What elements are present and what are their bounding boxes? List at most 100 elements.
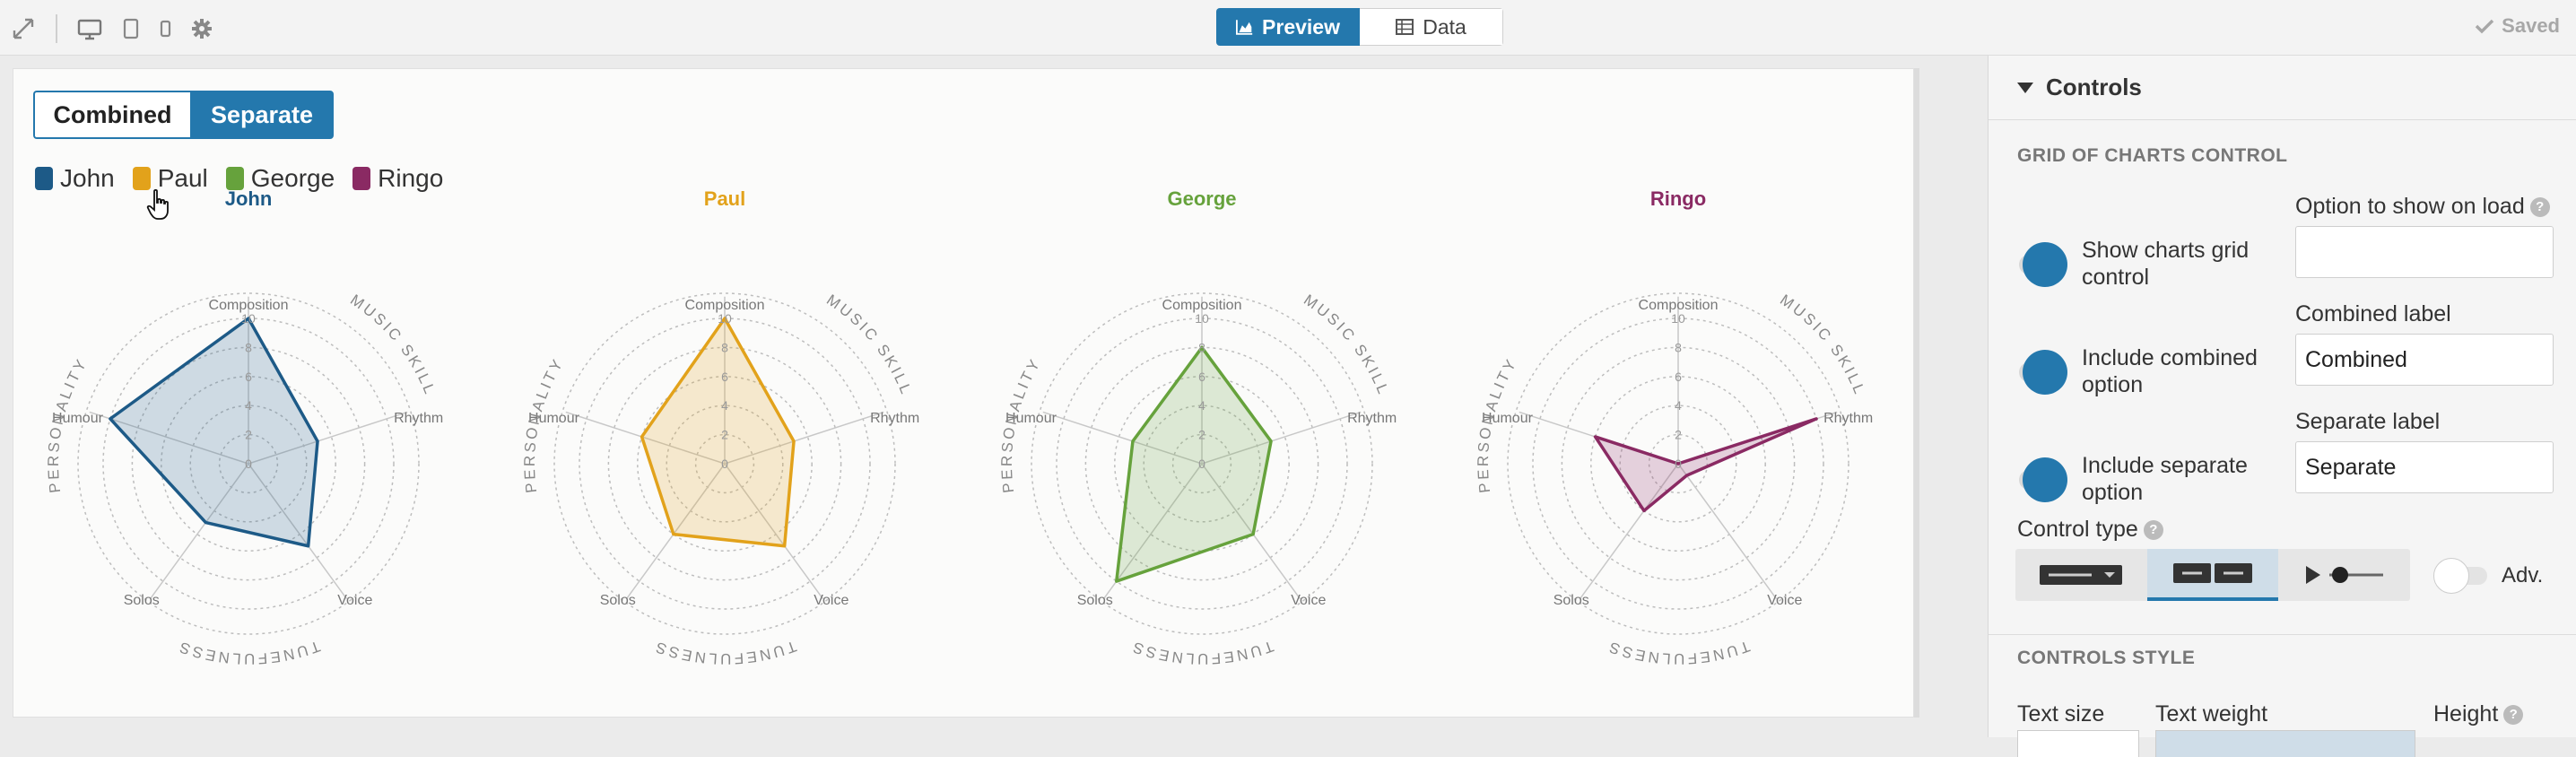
tick-label: 4 [721,398,728,413]
tick-label: 2 [245,428,252,442]
desktop-icon[interactable] [77,16,102,41]
include-combined-label: Include combined option [2082,344,2258,398]
tick-label: 0 [721,457,728,471]
tick-label: 8 [721,340,728,354]
group-label: TUNEFULNESS [651,638,798,667]
group-label: MUSIC SKILL [823,291,916,399]
expand-icon[interactable] [11,16,36,41]
include-separate-label: Include separate option [2082,452,2248,506]
chart-title: Ringo [1650,187,1706,210]
show-charts-grid-toggle[interactable] [2019,242,2067,287]
combined-label-input[interactable] [2295,334,2554,386]
tick-label: 0 [245,457,252,471]
combined-label-title: Combined label [2295,301,2451,326]
tick-label: 8 [245,340,252,354]
radar-chart-george: George 0 2 4 6 8 10Composition Rhythm Voice Solos… [998,187,1397,667]
tick-label: 10 [1671,311,1685,326]
group-label-text: MUSIC SKILL [1777,291,1867,399]
toggle-label-line1: Show charts grid [2082,238,2250,263]
saved-status: Saved [2475,14,2560,38]
help-icon[interactable]: ? [2529,197,2550,218]
toggle-label-line1: Include combined [2082,345,2258,370]
option-on-load-input[interactable] [2295,226,2554,278]
group-label: TUNEFULNESS [1605,638,1752,667]
controls-style-section-title: CONTROLS STYLE [2017,648,2196,668]
chart-title: Paul [704,187,745,210]
tick-label: 6 [1198,370,1205,384]
data-tab-label: Data [1423,14,1466,39]
radar-chart-paul: Paul0246810CompositionRhythmVoiceSolosHu… [521,187,919,667]
radar-chart-john: John0246810CompositionRhythmVoiceSolosHu… [45,187,443,667]
control-type-dropdown[interactable] [2015,549,2147,601]
axis-label: Solos [1077,593,1113,608]
control-type-slider[interactable] [2278,549,2410,601]
check-icon [2475,19,2494,34]
tick-label: 4 [245,398,252,413]
axis-label: Voice [1767,593,1802,608]
axis-label: Solos [1553,593,1589,608]
controls-panel: Controls GRID OF CHARTS CONTROL Show cha… [1988,56,2576,757]
toggle-label-line1: Include separate [2082,453,2248,478]
tablet-icon[interactable] [118,16,144,41]
toggle-knob [2023,457,2067,502]
group-label-text: TUNEFULNESS [1128,638,1273,667]
tick-label: 2 [1198,428,1205,442]
include-combined-toggle[interactable] [2019,350,2067,395]
chart-title: John [225,187,273,210]
include-separate-toggle[interactable] [2019,457,2067,502]
series-area-paul [640,317,796,548]
mobile-icon[interactable] [152,16,178,41]
toggle-knob [2433,558,2469,594]
advanced-label: Adv. [2502,563,2544,587]
axis-label: Rhythm [394,411,443,426]
advanced-toggle[interactable] [2433,558,2491,594]
axis-label: Composition [1162,298,1242,313]
axis-label: Solos [600,593,636,608]
tick-label: 8 [1198,340,1205,354]
group-label: TUNEFULNESS [1128,638,1275,667]
series-area-george [1115,345,1273,583]
separate-label-title: Separate label [2295,409,2441,434]
series-area-john [109,317,319,548]
tick-label: 8 [1675,340,1682,354]
group-label: MUSIC SKILL [347,291,439,399]
text-weight-selector[interactable] [2155,730,2415,757]
view-toggle: Preview Data [1216,8,1503,46]
option-on-load-text: Option to show on load [2295,194,2525,219]
axis-label: Rhythm [870,411,919,426]
data-tab[interactable]: Data [1360,8,1503,46]
axis-label: Solos [124,593,160,608]
group-label: TUNEFULNESS [175,638,322,667]
tick-label: 0 [1198,457,1205,471]
tick-label: 0 [1675,457,1682,471]
chart-title: George [1167,187,1236,210]
preview-tab-label: Preview [1262,14,1340,39]
gear-icon[interactable] [189,16,214,41]
control-type-buttons[interactable] [2146,549,2279,601]
grid-of-charts-section-title: GRID OF CHARTS CONTROL [2017,145,2288,166]
help-icon[interactable]: ? [2503,705,2524,726]
tick-label: 2 [1675,428,1682,442]
group-label-text: TUNEFULNESS [1605,638,1749,667]
control-type-selector [2015,549,2410,601]
preview-area: Combined Separate John Paul George Ringo Jo… [0,56,1988,737]
help-icon[interactable]: ? [2143,520,2163,541]
toggle-label-line2: control [2082,265,2150,290]
controls-header[interactable]: Controls [1989,56,2576,120]
separate-label-input[interactable] [2295,441,2554,493]
tick-label: 4 [1198,398,1205,413]
tick-label: 10 [241,311,256,326]
text-size-input[interactable] [2017,730,2139,757]
group-label-path [535,314,608,553]
group-label-text: MUSIC SKILL [823,291,913,399]
play-slider-icon [2305,566,2383,584]
controls-title: Controls [2046,74,2142,100]
tick-label: 10 [1195,311,1209,326]
tick-label: 4 [1675,398,1682,413]
text-size-label: Text size [2017,701,2105,727]
text-weight-label: Text weight [2155,701,2268,727]
saved-label: Saved [2502,14,2560,37]
section-divider [1989,634,2576,635]
preview-tab[interactable]: Preview [1216,8,1360,46]
tick-label: 6 [1675,370,1682,384]
